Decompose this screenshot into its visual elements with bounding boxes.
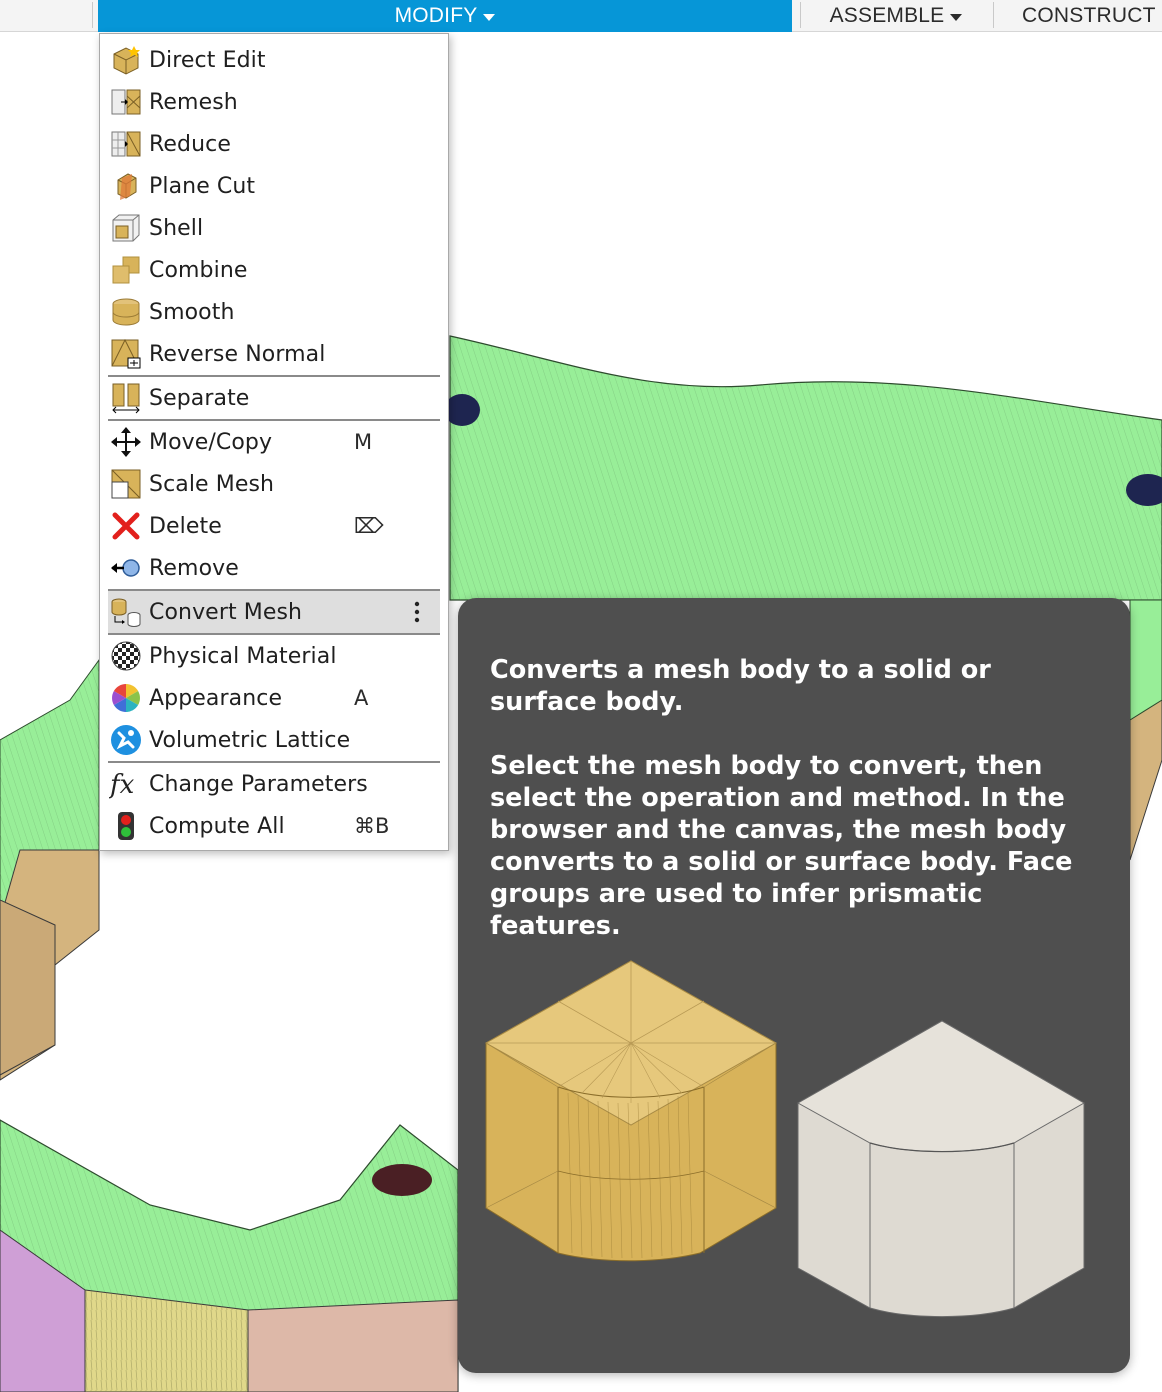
- appearance-icon: [109, 681, 143, 715]
- delete-x-icon: [109, 509, 143, 543]
- scale-mesh-icon: [109, 467, 143, 501]
- menu-item-shortcut: A: [354, 686, 369, 710]
- smooth-icon: [109, 295, 143, 329]
- tab-construct[interactable]: CONSTRUCT: [1000, 0, 1162, 32]
- tab-assemble[interactable]: ASSEMBLE: [808, 0, 984, 32]
- menu-item-label: Shell: [149, 215, 204, 241]
- menu-item-volumetric-lattice[interactable]: Volumetric Lattice: [108, 719, 440, 761]
- modify-dropdown-menu: Direct Edit Remesh Reduce Plane Cut Shel…: [99, 33, 449, 851]
- remove-icon: [109, 551, 143, 585]
- separate-icon: [109, 381, 143, 415]
- move-arrows-icon: [109, 425, 143, 459]
- menu-item-appearance[interactable]: Appearance A: [108, 677, 440, 719]
- function-fx-icon: fx: [109, 767, 143, 801]
- toolbar-divider: [800, 2, 801, 28]
- menu-item-label: Change Parameters: [149, 771, 368, 797]
- volumetric-lattice-icon: [109, 723, 143, 757]
- svg-text:fx: fx: [109, 770, 135, 800]
- tab-construct-label: CONSTRUCT: [1022, 4, 1156, 27]
- toolbar-divider: [993, 2, 994, 28]
- toolbar-divider: [92, 2, 93, 28]
- menu-item-label: Separate: [149, 385, 250, 411]
- tooltip-summary: Converts a mesh body to a solid or surfa…: [490, 655, 991, 717]
- menu-item-delete[interactable]: Delete ⌦: [108, 505, 440, 547]
- menu-item-shell[interactable]: Shell: [108, 207, 440, 249]
- menu-item-label: Reverse Normal: [149, 341, 326, 367]
- menu-item-plane-cut[interactable]: Plane Cut: [108, 165, 440, 207]
- menu-item-label: Move/Copy: [149, 429, 273, 455]
- convert-mesh-icon: [109, 595, 143, 629]
- menu-item-label: Smooth: [149, 299, 235, 325]
- menu-item-label: Delete: [149, 513, 222, 539]
- menu-item-physical-material[interactable]: Physical Material: [108, 635, 440, 677]
- combine-icon: [109, 253, 143, 287]
- menu-item-shortcut: M: [354, 430, 373, 454]
- menu-item-smooth[interactable]: Smooth: [108, 291, 440, 333]
- plane-cut-icon: [109, 169, 143, 203]
- menu-item-label: Direct Edit: [149, 47, 266, 73]
- menu-item-move-copy[interactable]: Move/Copy M: [108, 421, 440, 463]
- tab-assemble-label: ASSEMBLE: [829, 4, 945, 27]
- menu-item-reverse-normal[interactable]: Reverse Normal: [108, 333, 440, 375]
- menu-item-change-parameters[interactable]: fx Change Parameters: [108, 763, 440, 805]
- reduce-icon: [109, 127, 143, 161]
- menu-item-direct-edit[interactable]: Direct Edit: [108, 39, 440, 81]
- menu-item-convert-mesh[interactable]: Convert Mesh: [108, 591, 440, 633]
- menu-item-scale-mesh[interactable]: Scale Mesh: [108, 463, 440, 505]
- chevron-down-icon: [950, 13, 963, 21]
- menu-item-label: Physical Material: [149, 643, 337, 669]
- menu-item-remove[interactable]: Remove: [108, 547, 440, 589]
- command-tooltip: Converts a mesh body to a solid or surfa…: [458, 598, 1130, 1373]
- ribbon-toolbar: MODIFY ASSEMBLE CONSTRUCT: [0, 0, 1162, 32]
- menu-item-separate[interactable]: Separate: [108, 377, 440, 419]
- physical-material-icon: [109, 639, 143, 673]
- solid-body-illustration: [796, 1020, 1086, 1318]
- more-options-icon[interactable]: [414, 600, 420, 624]
- tooltip-description: Select the mesh body to convert, then se…: [490, 751, 1073, 941]
- menu-item-label: Plane Cut: [149, 173, 256, 199]
- mesh-body-illustration: [484, 960, 778, 1262]
- menu-item-label: Appearance: [149, 685, 283, 711]
- tab-modify[interactable]: MODIFY: [98, 0, 792, 32]
- menu-item-label: Convert Mesh: [149, 599, 303, 625]
- traffic-light-icon: [109, 809, 143, 843]
- remesh-icon: [109, 85, 143, 119]
- menu-item-shortcut: ⌦: [354, 514, 384, 538]
- menu-item-reduce[interactable]: Reduce: [108, 123, 440, 165]
- menu-item-combine[interactable]: Combine: [108, 249, 440, 291]
- direct-edit-icon: [109, 43, 143, 77]
- menu-item-compute-all[interactable]: Compute All ⌘B: [108, 805, 440, 847]
- chevron-down-icon: [483, 13, 496, 21]
- menu-item-shortcut: ⌘B: [354, 814, 390, 838]
- tab-modify-label: MODIFY: [394, 4, 478, 27]
- tooltip-text: Converts a mesh body to a solid or surfa…: [490, 654, 1102, 974]
- reverse-normal-icon: [109, 337, 143, 371]
- menu-item-label: Remesh: [149, 89, 238, 115]
- shell-icon: [109, 211, 143, 245]
- menu-item-label: Reduce: [149, 131, 231, 157]
- menu-item-remesh[interactable]: Remesh: [108, 81, 440, 123]
- menu-item-label: Scale Mesh: [149, 471, 275, 497]
- menu-item-label: Combine: [149, 257, 248, 283]
- menu-item-label: Compute All: [149, 813, 285, 839]
- menu-item-label: Remove: [149, 555, 239, 581]
- convert-mesh-illustration: [484, 960, 1086, 1318]
- menu-item-label: Volumetric Lattice: [149, 727, 351, 753]
